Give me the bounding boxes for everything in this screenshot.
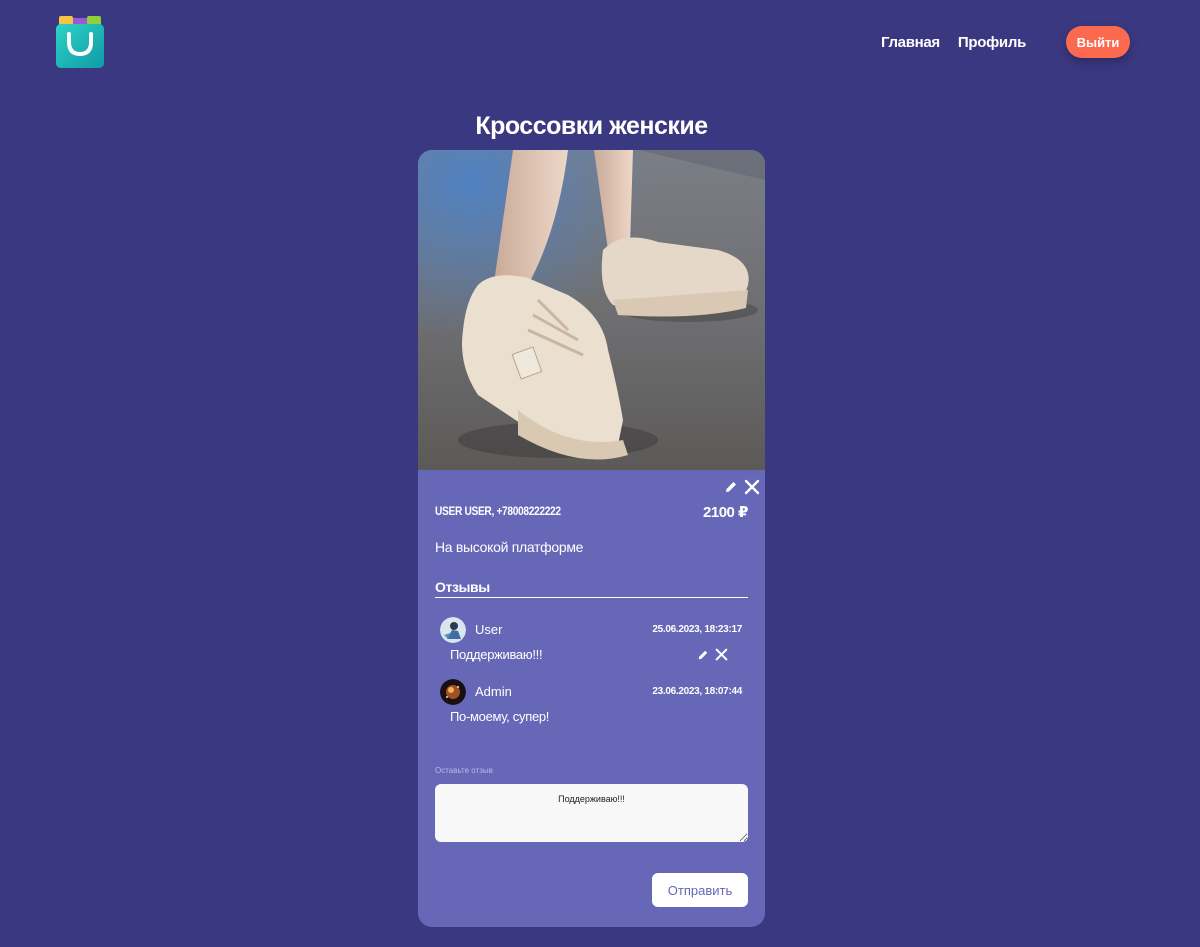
- reviews-title: Отзывы: [435, 579, 490, 595]
- edit-product-icon[interactable]: [724, 480, 738, 494]
- seller-info: USER USER, +78008222222: [435, 504, 561, 518]
- review-author: Admin: [475, 684, 512, 699]
- review-date: 23.06.2023, 18:07:44: [652, 686, 742, 697]
- review-item: Admin 23.06.2023, 18:07:44 По-моему, суп…: [440, 679, 742, 739]
- delete-review-icon[interactable]: [715, 648, 728, 661]
- product-card: USER USER, +78008222222 2100 ₽ На высоко…: [418, 150, 765, 927]
- page-title: Кроссовки женские: [475, 112, 708, 140]
- nav-profile-link[interactable]: Профиль: [958, 34, 1026, 51]
- submit-review-button[interactable]: Отправить: [652, 873, 748, 907]
- product-description: На высокой платформе: [435, 539, 584, 555]
- review-date: 25.06.2023, 18:23:17: [652, 624, 742, 635]
- reviews-divider: [435, 597, 748, 598]
- review-text: По-моему, супер!: [450, 709, 550, 724]
- top-nav: Главная Профиль Выйти: [863, 26, 1130, 58]
- review-form-label: Оставьте отзыв: [435, 766, 493, 775]
- avatar: [440, 679, 466, 705]
- logout-button[interactable]: Выйти: [1066, 26, 1130, 58]
- nav-home-link[interactable]: Главная: [881, 34, 940, 51]
- review-text: Поддерживаю!!!: [450, 647, 543, 662]
- review-author: User: [475, 622, 503, 637]
- edit-review-icon[interactable]: [697, 649, 709, 661]
- review-input[interactable]: Поддерживаю!!!: [435, 784, 748, 842]
- avatar: [440, 617, 466, 643]
- shopping-bag-icon: [56, 16, 104, 68]
- product-price: 2100 ₽: [703, 504, 748, 521]
- product-photo: [418, 150, 765, 470]
- logo[interactable]: [56, 16, 104, 68]
- review-item: User 25.06.2023, 18:23:17 Поддерживаю!!!: [440, 617, 742, 677]
- delete-product-icon[interactable]: [744, 479, 760, 495]
